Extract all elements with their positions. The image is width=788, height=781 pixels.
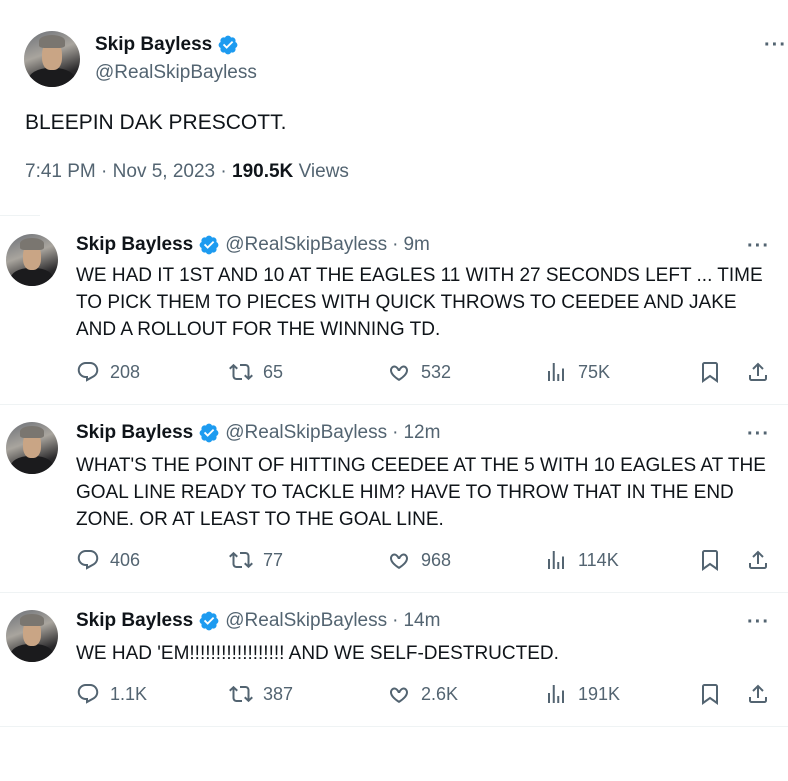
- verified-badge-icon: [218, 35, 238, 55]
- author-name-row: Skip Bayless: [95, 34, 239, 56]
- views-button[interactable]: 191K: [544, 682, 620, 706]
- tweet-time[interactable]: 9m: [403, 234, 429, 256]
- bookmark-icon: [702, 362, 718, 383]
- reply-header: Skip Bayless @RealSkipBayless · 9m: [76, 234, 430, 256]
- action-bar: 208 65 532 75K: [76, 360, 776, 388]
- reply-icon: [77, 550, 99, 570]
- share-button[interactable]: [746, 360, 770, 384]
- tweet-text: BLEEPIN DAK PRESCOTT.: [25, 111, 287, 134]
- like-button[interactable]: 2.6K: [387, 682, 458, 706]
- views-count: 190.5K: [232, 161, 294, 182]
- views-button[interactable]: 75K: [544, 360, 610, 384]
- tweet-text: WHAT'S THE POINT OF HITTING CEEDEE AT TH…: [76, 455, 766, 530]
- verified-badge-icon: [199, 423, 219, 443]
- views-label: Views: [298, 161, 349, 182]
- views-button[interactable]: 114K: [544, 548, 619, 572]
- repost-count: 387: [263, 683, 294, 704]
- author-handle[interactable]: @RealSkipBayless: [225, 610, 387, 632]
- more-icon[interactable]: ···: [764, 34, 787, 57]
- reply-count: 1.1K: [110, 683, 148, 704]
- repost-icon: [229, 685, 253, 703]
- share-icon: [749, 684, 767, 703]
- tweet-date[interactable]: Nov 5, 2023: [113, 161, 215, 182]
- like-count: 968: [421, 549, 452, 570]
- share-icon: [749, 362, 767, 381]
- share-button[interactable]: [746, 548, 770, 572]
- author-handle[interactable]: @RealSkipBayless: [225, 422, 387, 444]
- author-handle[interactable]: @RealSkipBayless: [95, 62, 257, 84]
- bookmark-button[interactable]: [698, 682, 722, 706]
- verified-badge-icon: [199, 611, 219, 631]
- reply-count: 406: [110, 549, 141, 570]
- avatar[interactable]: [24, 31, 80, 87]
- views-chart-icon: [548, 363, 564, 381]
- like-count: 2.6K: [421, 683, 459, 704]
- more-icon[interactable]: ···: [747, 235, 770, 258]
- reply-button[interactable]: 406: [76, 548, 140, 572]
- tweet-meta: 7:41 PM · Nov 5, 2023 · 190.5K Views: [25, 161, 349, 182]
- bookmark-icon: [702, 684, 718, 705]
- reply-header: Skip Bayless @RealSkipBayless · 12m: [76, 422, 440, 444]
- avatar[interactable]: [6, 234, 58, 286]
- reply-icon: [77, 362, 99, 382]
- views-chart-icon: [548, 685, 564, 703]
- tweet-text: WE HAD IT 1ST AND 10 AT THE EAGLES 11 WI…: [76, 265, 763, 340]
- tweet-time[interactable]: 7:41 PM: [25, 161, 96, 182]
- more-icon[interactable]: ···: [747, 423, 770, 446]
- views-count: 114K: [578, 549, 619, 570]
- repost-button[interactable]: 77: [229, 548, 283, 572]
- bookmark-button[interactable]: [698, 360, 722, 384]
- author-name[interactable]: Skip Bayless: [76, 234, 193, 256]
- tweet-text: WE HAD 'EM!!!!!!!!!!!!!!!!!! AND WE SELF…: [76, 643, 559, 664]
- share-button[interactable]: [746, 682, 770, 706]
- heart-icon: [390, 553, 408, 570]
- more-icon[interactable]: ···: [747, 611, 770, 634]
- views-count: 75K: [578, 361, 611, 382]
- action-bar: 406 77 968 114K: [76, 548, 776, 576]
- reply-header: Skip Bayless @RealSkipBayless · 14m: [76, 610, 440, 632]
- avatar[interactable]: [6, 422, 58, 474]
- divider: [0, 215, 40, 216]
- action-bar: 1.1K 387 2.6K 191K: [76, 682, 776, 710]
- repost-icon: [229, 363, 253, 381]
- reply-icon: [77, 684, 99, 704]
- separator-dot: ·: [392, 610, 399, 631]
- tweet-time[interactable]: 14m: [403, 610, 440, 632]
- share-icon: [749, 550, 767, 569]
- author-name[interactable]: Skip Bayless: [95, 34, 212, 56]
- divider: [0, 592, 788, 593]
- heart-icon: [390, 687, 408, 704]
- author-name[interactable]: Skip Bayless: [76, 422, 193, 444]
- tweet-time[interactable]: 12m: [403, 422, 440, 444]
- repost-icon: [229, 551, 253, 569]
- bookmark-icon: [702, 550, 718, 571]
- divider: [0, 404, 788, 405]
- author-handle[interactable]: @RealSkipBayless: [225, 234, 387, 256]
- avatar[interactable]: [6, 610, 58, 662]
- repost-count: 65: [263, 361, 284, 382]
- like-button[interactable]: 968: [387, 548, 451, 572]
- like-button[interactable]: 532: [387, 360, 451, 384]
- author-name[interactable]: Skip Bayless: [76, 610, 193, 632]
- repost-button[interactable]: 65: [229, 360, 283, 384]
- divider: [0, 726, 788, 727]
- bookmark-button[interactable]: [698, 548, 722, 572]
- verified-badge-icon: [199, 235, 219, 255]
- like-count: 532: [421, 361, 452, 382]
- repost-button[interactable]: 387: [229, 682, 293, 706]
- reply-count: 208: [110, 361, 141, 382]
- views-count: 191K: [578, 683, 621, 704]
- repost-count: 77: [263, 549, 284, 570]
- separator-dot: ·: [392, 234, 399, 255]
- separator-dot: ·: [392, 422, 399, 443]
- reply-button[interactable]: 208: [76, 360, 140, 384]
- heart-icon: [390, 365, 408, 382]
- views-chart-icon: [548, 551, 564, 569]
- reply-button[interactable]: 1.1K: [76, 682, 147, 706]
